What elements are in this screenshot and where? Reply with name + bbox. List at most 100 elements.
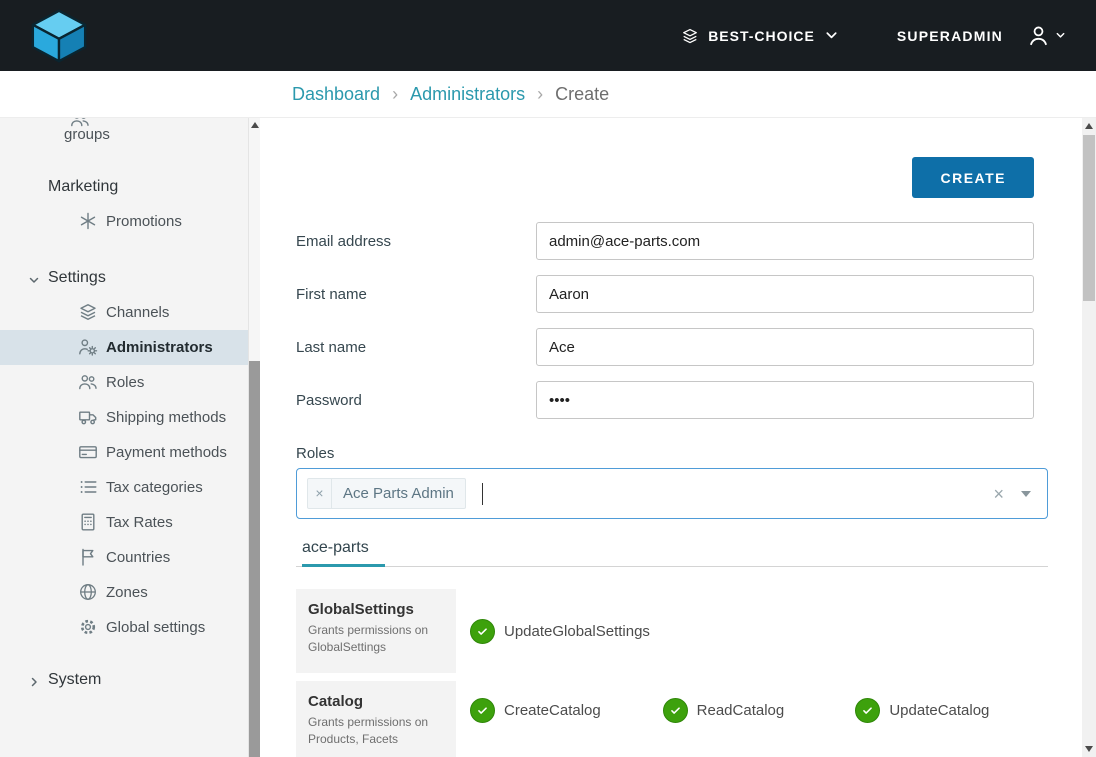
roles-label: Roles (296, 445, 1062, 462)
permission-toggle-updatecatalog[interactable]: UpdateCatalog (855, 698, 1048, 723)
permission-row-catalog: Catalog Grants permissions on Products, … (296, 681, 1048, 757)
select-chevron-down-icon[interactable] (1021, 491, 1031, 497)
channel-switcher[interactable]: BEST-CHOICE (681, 27, 839, 45)
form-row-first-name: First name (296, 275, 1034, 313)
sidebar-item-countries[interactable]: Countries (0, 540, 248, 575)
sidebar-item-label: Global settings (106, 619, 205, 636)
payment-icon (78, 442, 98, 462)
sidebar-item-label: Promotions (106, 213, 182, 230)
sidebar-section-settings[interactable]: Settings (0, 261, 248, 295)
administrator-form: Email address First name Last name Passw… (296, 222, 1062, 757)
sidebar-item-tax-categories[interactable]: Tax categories (0, 470, 248, 505)
permission-group-info: GlobalSettings Grants permissions on Glo… (296, 589, 456, 673)
permission-group-name: Catalog (308, 693, 444, 710)
permission-label: UpdateCatalog (889, 702, 989, 719)
create-button[interactable]: CREATE (912, 157, 1034, 198)
chip-remove-icon[interactable]: × (308, 479, 332, 508)
sidebar-item-tax-rates[interactable]: Tax Rates (0, 505, 248, 540)
sidebar-item-zones[interactable]: Zones (0, 575, 248, 610)
user-icon (1027, 24, 1050, 47)
sidebar-item-customer-groups[interactable]: groups (0, 118, 248, 154)
tax-categories-icon (78, 477, 98, 497)
chevron-down-icon (824, 28, 839, 43)
form-row-last-name: Last name (296, 328, 1034, 366)
sidebar-item-label: groups (64, 126, 110, 143)
form-row-email: Email address (296, 222, 1034, 260)
permission-label: UpdateGlobalSettings (504, 623, 650, 640)
check-circle-icon (855, 698, 880, 723)
check-circle-icon (470, 698, 495, 723)
first-name-input[interactable] (536, 275, 1034, 313)
breadcrumb-dashboard[interactable]: Dashboard (292, 84, 380, 105)
breadcrumb-administrators[interactable]: Administrators (410, 84, 525, 105)
permission-toggle-readcatalog[interactable]: ReadCatalog (663, 698, 856, 723)
tab-ace-parts[interactable]: ace-parts (302, 535, 385, 567)
breadcrumb-separator: › (537, 84, 543, 105)
last-name-input[interactable] (536, 328, 1034, 366)
sidebar-scrollbar-thumb[interactable] (249, 361, 260, 757)
cube-logo-icon (28, 8, 90, 64)
password-label: Password (296, 392, 536, 409)
layers-icon (681, 27, 699, 45)
tax-rates-icon (78, 512, 98, 532)
countries-icon (78, 547, 98, 567)
breadcrumb: Dashboard › Administrators › Create (0, 71, 1096, 118)
email-input[interactable] (536, 222, 1034, 260)
app-logo[interactable] (28, 8, 90, 64)
permissions-table: GlobalSettings Grants permissions on Glo… (296, 589, 1048, 757)
administrators-icon (78, 337, 98, 357)
breadcrumb-separator: › (392, 84, 398, 105)
sidebar-section-marketing: Marketing (0, 170, 248, 204)
permission-label: ReadCatalog (697, 702, 785, 719)
sidebar-item-channels[interactable]: Channels (0, 295, 248, 330)
last-name-label: Last name (296, 339, 536, 356)
chevron-down-icon (1055, 30, 1066, 41)
main-scrollbar-thumb[interactable] (1083, 135, 1095, 301)
user-menu[interactable] (1027, 24, 1066, 47)
sidebar-item-payment-methods[interactable]: Payment methods (0, 435, 248, 470)
sidebar-item-label: Zones (106, 584, 148, 601)
permission-toggle-createcatalog[interactable]: CreateCatalog (470, 698, 663, 723)
permission-label: CreateCatalog (504, 702, 601, 719)
sidebar-item-roles[interactable]: Roles (0, 365, 248, 400)
main-content: CREATE Email address First name Last nam… (260, 118, 1096, 757)
roles-select[interactable]: × Ace Parts Admin × (296, 468, 1048, 519)
zones-icon (78, 582, 98, 602)
permission-group-description: Grants permissions on GlobalSettings (308, 622, 444, 656)
scroll-up-arrow-icon[interactable] (1085, 123, 1093, 129)
sidebar-item-label: Tax categories (106, 479, 203, 496)
role-chip: × Ace Parts Admin (307, 478, 466, 509)
sidebar-scrollbar[interactable] (248, 118, 260, 757)
top-bar: BEST-CHOICE SUPERADMIN (0, 0, 1096, 71)
channels-icon (78, 302, 98, 322)
scroll-down-arrow-icon[interactable] (1085, 746, 1093, 752)
sidebar-item-global-settings[interactable]: Global settings (0, 610, 248, 645)
sidebar-item-administrators[interactable]: Administrators (0, 330, 248, 365)
sidebar-section-system[interactable]: System (0, 663, 248, 697)
role-chip-label: Ace Parts Admin (332, 485, 465, 502)
scroll-up-arrow-icon[interactable] (251, 122, 259, 128)
select-clear-icon[interactable]: × (993, 485, 1004, 503)
shipping-icon (78, 407, 98, 427)
chevron-right-icon (28, 676, 40, 688)
check-circle-icon (663, 698, 688, 723)
sidebar-item-promotions[interactable]: Promotions (0, 204, 248, 239)
sidebar-item-label: Shipping methods (106, 409, 226, 426)
sidebar-item-label: Countries (106, 549, 170, 566)
sidebar-item-label: Roles (106, 374, 144, 391)
breadcrumb-current: Create (555, 84, 609, 105)
sidebar: groups Marketing Promotions Settings (0, 118, 260, 757)
permission-toggle-updateglobalsettings[interactable]: UpdateGlobalSettings (470, 619, 663, 644)
global-settings-icon (78, 617, 98, 637)
main-scrollbar[interactable] (1082, 118, 1096, 757)
chevron-down-icon (28, 274, 40, 286)
sidebar-item-shipping-methods[interactable]: Shipping methods (0, 400, 248, 435)
text-cursor (482, 483, 483, 505)
permission-group-description: Grants permissions on Products, Facets (308, 714, 444, 748)
password-input[interactable] (536, 381, 1034, 419)
sidebar-item-label: Channels (106, 304, 169, 321)
first-name-label: First name (296, 286, 536, 303)
check-circle-icon (470, 619, 495, 644)
channel-tab-bar: ace-parts (296, 535, 1048, 567)
roles-icon (78, 372, 98, 392)
